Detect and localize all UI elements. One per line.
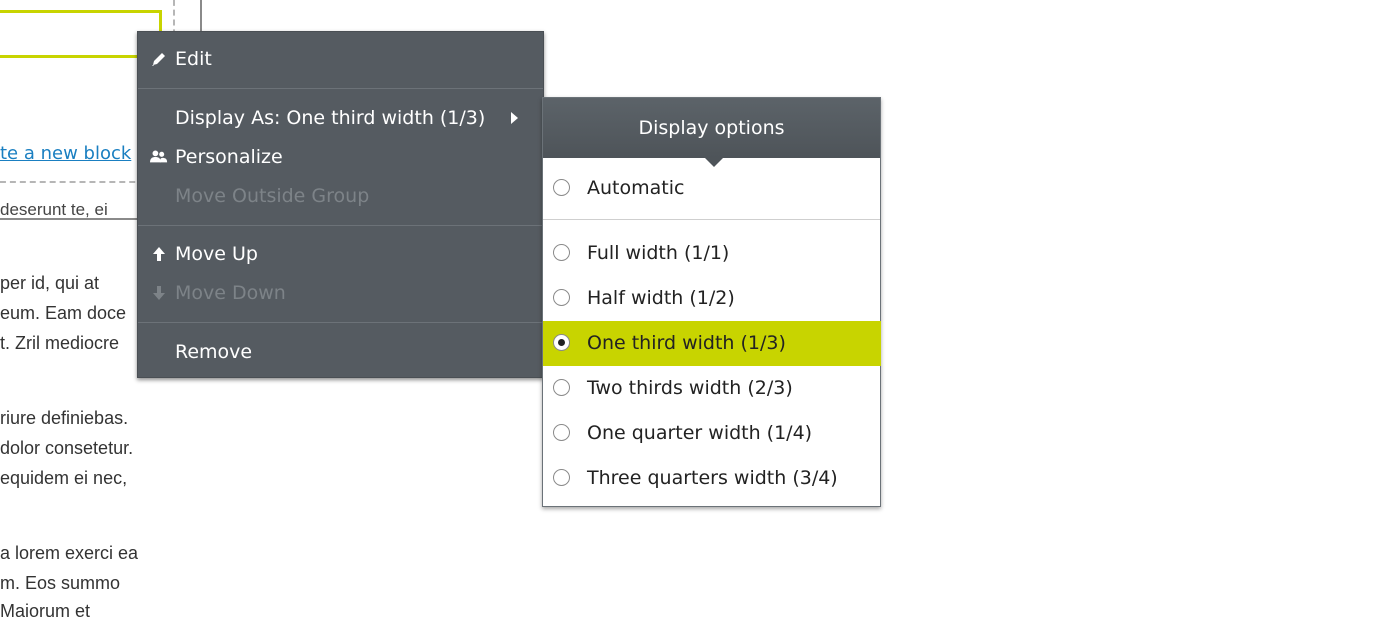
- panel-title: Display options: [543, 98, 880, 158]
- options-divider: [543, 219, 880, 220]
- paragraph-line: m. Eos summo: [0, 573, 121, 593]
- users-icon: [150, 150, 168, 163]
- menu-item-label: Personalize: [175, 146, 283, 168]
- paragraph-line: a lorem exerci ea: [0, 543, 139, 563]
- menu-item-label: Move Outside Group: [175, 185, 370, 207]
- option-two-thirds-width[interactable]: Two thirds width (2/3): [543, 366, 880, 411]
- radio-button[interactable]: [553, 179, 570, 196]
- display-options-panel: Display options Automatic Full width (1/…: [542, 97, 881, 507]
- menu-item-label: Display As: One third width (1/3): [175, 107, 486, 129]
- pencil-icon: [152, 53, 165, 66]
- menu-item-move-down: Move Down: [138, 276, 543, 310]
- menu-item-display-as[interactable]: Display As: One third width (1/3): [138, 101, 543, 135]
- radio-button[interactable]: [553, 244, 570, 261]
- block-text: deserunt te, ei: [0, 200, 108, 219]
- radio-button[interactable]: [553, 469, 570, 486]
- option-label: Three quarters width (3/4): [587, 467, 838, 489]
- radio-button[interactable]: [553, 424, 570, 441]
- menu-item-label: Remove: [175, 341, 253, 363]
- option-label: Two thirds width (2/3): [587, 377, 793, 399]
- menu-divider: [138, 225, 543, 226]
- paragraph-line: eum. Eam doce: [0, 303, 127, 323]
- arrow-down-icon: [153, 286, 165, 300]
- paragraph-line: t. Zril mediocre: [0, 333, 120, 353]
- paragraph-line: riure definiebas.: [0, 408, 129, 428]
- option-automatic[interactable]: Automatic: [543, 166, 880, 211]
- paragraph-line: equidem ei nec,: [0, 468, 128, 488]
- radio-button[interactable]: [553, 379, 570, 396]
- menu-item-edit[interactable]: Edit: [138, 42, 543, 76]
- option-one-quarter-width[interactable]: One quarter width (1/4): [543, 411, 880, 456]
- option-three-quarters-width[interactable]: Three quarters width (3/4): [543, 456, 880, 501]
- radio-button[interactable]: [553, 334, 570, 351]
- option-full-width[interactable]: Full width (1/1): [543, 231, 880, 276]
- menu-item-label: Move Up: [175, 243, 258, 265]
- option-label: Half width (1/2): [587, 287, 735, 309]
- option-label: One third width (1/3): [587, 332, 786, 354]
- radio-button[interactable]: [553, 289, 570, 306]
- block-context-menu: Edit Display As: One third width (1/3) P…: [137, 31, 544, 378]
- menu-item-move-up[interactable]: Move Up: [138, 237, 543, 271]
- option-label: One quarter width (1/4): [587, 422, 813, 444]
- menu-divider: [138, 322, 543, 323]
- create-new-block-link[interactable]: te a new block: [0, 143, 131, 164]
- menu-item-label: Move Down: [175, 282, 286, 304]
- option-label: Automatic: [587, 177, 685, 199]
- paragraph-line: dolor consetetur.: [0, 438, 134, 458]
- arrow-up-icon: [153, 247, 165, 261]
- chevron-right-icon: [511, 112, 518, 124]
- menu-item-personalize[interactable]: Personalize: [138, 140, 543, 174]
- menu-divider: [138, 88, 543, 89]
- menu-item-label: Edit: [175, 48, 212, 70]
- menu-item-remove[interactable]: Remove: [138, 335, 543, 369]
- option-half-width[interactable]: Half width (1/2): [543, 276, 880, 321]
- option-label: Full width (1/1): [587, 242, 730, 264]
- menu-item-move-outside-group: Move Outside Group: [138, 179, 543, 213]
- paragraph-line: Maiorum et: [0, 601, 91, 621]
- paragraph-line: per id, qui at: [0, 273, 100, 293]
- option-one-third-width[interactable]: One third width (1/3): [543, 321, 881, 366]
